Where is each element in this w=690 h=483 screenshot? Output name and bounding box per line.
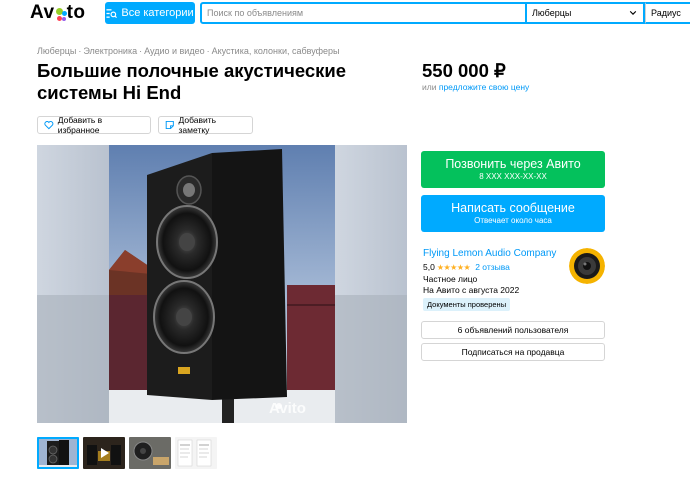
- seller-type: Частное лицо: [423, 274, 478, 284]
- chevron-down-icon: [629, 11, 637, 15]
- avito-logo[interactable]: Av to: [30, 0, 86, 26]
- price-offer-link[interactable]: предложите свою цену: [439, 82, 529, 92]
- price-offer: или предложите свою цену: [422, 82, 529, 92]
- call-button-label: Позвонить через Авито: [445, 157, 581, 171]
- search-input[interactable]: [207, 8, 525, 18]
- add-note-label: Добавить заметку: [178, 115, 217, 135]
- avito-watermark: Avito: [269, 400, 306, 417]
- logo-text-left: Av: [30, 2, 55, 23]
- breadcrumb: Люберцы · Электроника · Аудио и видео · Аку…: [37, 46, 340, 56]
- note-icon: [165, 120, 174, 130]
- city-select[interactable]: Люберцы: [527, 2, 645, 24]
- breadcrumb-item[interactable]: Акустика, колонки, сабвуферы: [212, 46, 340, 56]
- rating-value: 5,0: [423, 262, 435, 272]
- price-or-label: или: [422, 82, 437, 92]
- thumbnail-video-2[interactable]: [83, 437, 125, 469]
- listing-price: 550 000 ₽: [422, 60, 506, 81]
- add-note-button[interactable]: Добавить заметку: [158, 115, 253, 135]
- subscribe-seller-label: Подписаться на продавца: [461, 347, 565, 357]
- heart-icon: [44, 121, 54, 130]
- documents-verified-badge: Документы проверены: [423, 298, 511, 311]
- radius-label: Радиус: [651, 8, 681, 18]
- call-button[interactable]: Позвонить через Авито 8 XXX XXX-XX-XX: [421, 151, 605, 188]
- city-value: Люберцы: [532, 8, 572, 18]
- thumbnail-image: [129, 437, 171, 469]
- thumbnail-photo-4[interactable]: [175, 437, 217, 469]
- star-rating-icon: ★★★★★: [436, 262, 471, 272]
- call-phone: 8 XXX XXX-XX-XX: [479, 172, 547, 181]
- breadcrumb-item[interactable]: Электроника: [83, 46, 137, 56]
- reviews-link[interactable]: 2 отзыва: [475, 262, 510, 272]
- logo-dots-icon: [55, 8, 67, 22]
- user-ads-button[interactable]: 6 объявлений пользователя: [421, 321, 605, 339]
- seller-avatar[interactable]: [569, 248, 605, 284]
- all-categories-label: Все категории: [121, 7, 194, 19]
- thumbnail-photo-1[interactable]: [37, 437, 79, 469]
- speaker-avatar-icon: [569, 248, 605, 284]
- write-message-button[interactable]: Написать сообщение Отвечает около часа: [421, 195, 605, 232]
- write-message-label: Написать сообщение: [451, 201, 575, 215]
- search-box[interactable]: [200, 2, 527, 24]
- photo-gallery[interactable]: Avito: [37, 145, 407, 423]
- thumbnail-image: [37, 437, 79, 469]
- thumbnail-image: [175, 437, 217, 469]
- response-time: Отвечает около часа: [474, 216, 552, 225]
- seller-rating: 5,0 ★★★★★ 2 отзыва: [423, 262, 510, 272]
- add-to-favorites-button[interactable]: Добавить в избранное: [37, 115, 151, 135]
- seller-name-link[interactable]: Flying Lemon Audio Company: [423, 248, 556, 259]
- user-ads-label: 6 объявлений пользователя: [457, 325, 569, 335]
- radius-button[interactable]: Радиус: [645, 2, 690, 24]
- seller-since: На Авито с августа 2022: [423, 285, 520, 295]
- listing-title: Большие полочные акустические системы Hi…: [37, 60, 347, 103]
- all-categories-button[interactable]: Все категории: [105, 2, 195, 24]
- logo-text-right: to: [66, 2, 86, 23]
- main-photo: Avito: [37, 145, 407, 423]
- thumbnail-photo-3[interactable]: [129, 437, 171, 469]
- categories-search-icon: [106, 8, 118, 18]
- subscribe-seller-button[interactable]: Подписаться на продавца: [421, 343, 605, 361]
- add-to-favorites-label: Добавить в избранное: [57, 115, 103, 135]
- breadcrumb-item[interactable]: Люберцы: [37, 46, 76, 56]
- thumbnail-strip: [37, 437, 217, 469]
- breadcrumb-item[interactable]: Аудио и видео: [144, 46, 205, 56]
- thumbnail-image: [83, 437, 125, 469]
